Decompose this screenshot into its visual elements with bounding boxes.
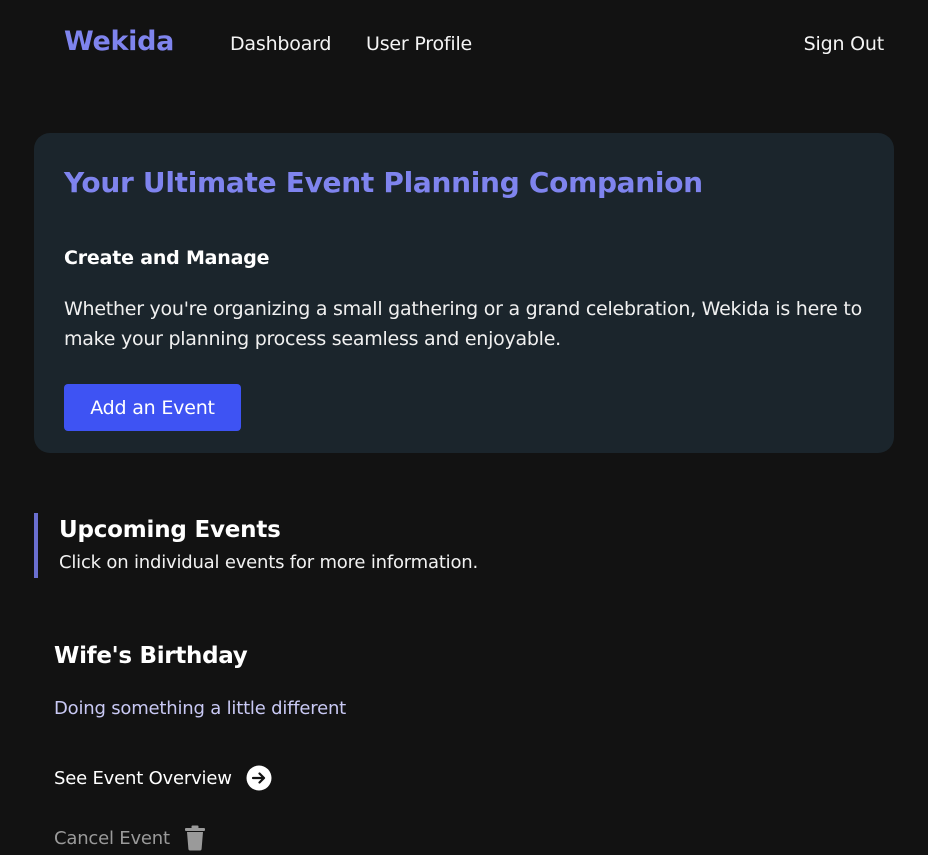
arrow-circle-right-icon[interactable]: [246, 765, 272, 791]
hero-subtitle: Create and Manage: [64, 247, 270, 269]
see-event-overview-label: See Event Overview: [54, 767, 232, 789]
nav-link-user-profile[interactable]: User Profile: [366, 33, 472, 55]
hero-description: Whether you're organizing a small gather…: [64, 298, 862, 350]
section-title: Upcoming Events: [59, 517, 281, 543]
event-card[interactable]: Wife's Birthday Doing something a little…: [54, 640, 754, 854]
trash-icon[interactable]: [184, 825, 206, 851]
hero-title: Your Ultimate Event Planning Companion: [64, 166, 703, 199]
cancel-event-label: Cancel Event: [54, 827, 170, 849]
add-event-button[interactable]: Add an Event: [64, 384, 241, 431]
hero-card: Your Ultimate Event Planning Companion C…: [34, 133, 894, 453]
event-description: Doing something a little different: [54, 698, 347, 719]
section-subtitle: Click on individual events for more info…: [59, 552, 479, 573]
brand-logo[interactable]: Wekida: [64, 26, 174, 57]
top-navbar: Wekida Dashboard User Profile Sign Out: [0, 0, 928, 88]
nav-link-dashboard[interactable]: Dashboard: [230, 33, 331, 55]
sign-out-link[interactable]: Sign Out: [804, 33, 885, 55]
cancel-event-link[interactable]: Cancel Event: [54, 825, 206, 851]
see-event-overview-link[interactable]: See Event Overview: [54, 765, 272, 791]
event-title[interactable]: Wife's Birthday: [54, 643, 248, 669]
upcoming-events-header: Upcoming Events Click on individual even…: [34, 513, 638, 578]
